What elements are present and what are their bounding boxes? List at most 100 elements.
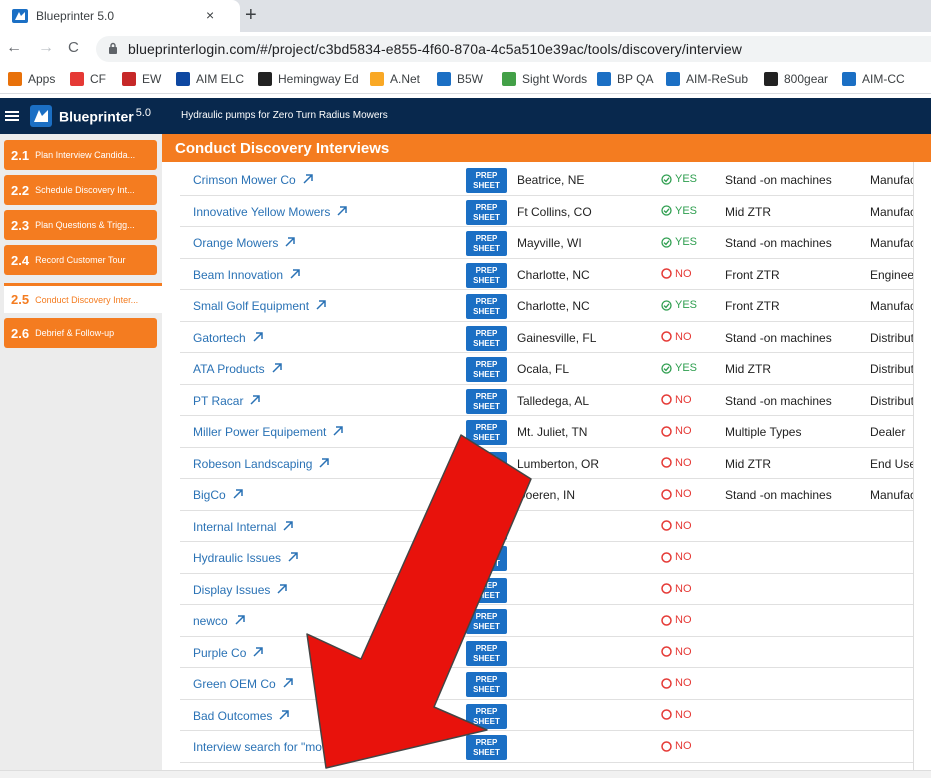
company-role: Manufac (870, 488, 913, 502)
interview-status: NO (661, 457, 692, 469)
bookmark-6[interactable]: B5W (437, 72, 483, 86)
company-link[interactable]: Innovative Yellow Mowers (193, 205, 348, 219)
external-link-arrow-icon[interactable] (252, 331, 264, 343)
company-link[interactable]: Beam Innovation (193, 268, 301, 282)
external-link-arrow-icon[interactable] (352, 740, 364, 752)
bookmark-4[interactable]: Hemingway Ed (258, 72, 359, 86)
tab-close-icon[interactable]: × (206, 7, 214, 23)
reload-button[interactable]: C (68, 39, 79, 56)
external-link-arrow-icon[interactable] (278, 709, 290, 721)
company-link[interactable]: Display Issues (193, 583, 288, 597)
anet-icon (370, 72, 384, 86)
horizontal-scrollbar[interactable] (0, 770, 931, 778)
external-link-arrow-icon[interactable] (282, 677, 294, 689)
prep-sheet-button[interactable]: PREP SHEET (466, 388, 507, 414)
prep-sheet-button[interactable]: PREP SHEET (466, 703, 507, 729)
company-link[interactable]: ATA Products (193, 362, 283, 376)
company-link[interactable]: Internal Internal (193, 520, 294, 534)
external-link-arrow-icon[interactable] (284, 236, 296, 248)
company-link[interactable]: Gatortech (193, 331, 264, 345)
bookmark-11[interactable]: AIM-CC (842, 72, 905, 86)
sidebar-step-2-1[interactable]: 2.1 Plan Interview Candida... (4, 140, 157, 170)
bookmark-5[interactable]: A.Net (370, 72, 420, 86)
company-link[interactable]: PT Racar (193, 394, 261, 408)
status-text: YES (675, 236, 698, 248)
prep-sheet-button[interactable]: PREP SHEET (466, 168, 507, 193)
prep-sheet-button[interactable]: PREP SHEET (466, 231, 507, 256)
external-link-arrow-icon[interactable] (282, 520, 294, 532)
external-link-arrow-icon[interactable] (232, 488, 244, 500)
prep-sheet-button[interactable]: PREP SHEET (466, 294, 507, 319)
sidebar-step-2-4[interactable]: 2.4 Record Customer Tour (4, 245, 157, 275)
prep-sheet-button[interactable]: PREP SHEET (466, 325, 507, 351)
company-link[interactable]: Interview search for "mower" (193, 740, 364, 754)
external-link-arrow-icon[interactable] (315, 299, 327, 311)
prep-sheet-button[interactable]: PREP SHEET (466, 735, 507, 760)
external-link-arrow-icon[interactable] (252, 646, 264, 658)
interview-status: NO (661, 331, 692, 343)
company-link[interactable]: Bad Outcomes (193, 709, 290, 723)
sidebar-step-2-5[interactable]: 2.5 Conduct Discovery Inter... (4, 283, 162, 313)
company-role: Manufac (870, 299, 913, 313)
browser-tab[interactable]: Blueprinter 5.0 × (0, 0, 240, 32)
prep-sheet-button[interactable]: PREP SHEET (466, 420, 507, 445)
external-link-arrow-icon[interactable] (318, 457, 330, 469)
company-link[interactable]: Crimson Mower Co (193, 173, 314, 187)
external-link-arrow-icon[interactable] (332, 425, 344, 437)
prep-sheet-button[interactable]: PREP SHEET (466, 451, 507, 477)
external-link-arrow-icon[interactable] (336, 205, 348, 217)
bookmark-10[interactable]: 800gear (764, 72, 828, 86)
prep-sheet-button[interactable]: PREP SHEET (466, 199, 507, 225)
bookmark-9[interactable]: AIM-ReSub (666, 72, 748, 86)
company-link[interactable]: newco (193, 614, 246, 628)
prep-sheet-button[interactable]: PREP SHEET (466, 672, 507, 697)
bookmark-7[interactable]: Sight Words (502, 72, 587, 86)
company-link[interactable]: Hydraulic Issues (193, 551, 299, 565)
interview-status: YES (661, 205, 697, 217)
prep-sheet-button[interactable]: PREP SHEET (466, 577, 507, 603)
prep-sheet-button[interactable]: PREP SHEET (466, 546, 507, 571)
bookmark-3[interactable]: AIM ELC (176, 72, 244, 86)
interview-status: NO (661, 677, 692, 689)
company-role: Manufac (870, 173, 913, 187)
external-link-arrow-icon[interactable] (289, 268, 301, 280)
prep-sheet-button[interactable]: PREP SHEET (466, 514, 507, 540)
company-link[interactable]: Robeson Landscaping (193, 457, 330, 471)
external-link-arrow-icon[interactable] (249, 394, 261, 406)
sidebar-step-2-6[interactable]: 2.6 Debrief & Follow-up (4, 318, 157, 348)
url-omnibox[interactable]: blueprinterlogin.com/#/project/c3bd5834-… (96, 36, 931, 62)
company-link[interactable]: Green OEM Co (193, 677, 294, 691)
bookmark-label: AIM ELC (196, 72, 245, 86)
company-link[interactable]: BigCo (193, 488, 244, 502)
hemingway-icon (258, 72, 272, 86)
prep-sheet-button[interactable]: PREP SHEET (466, 483, 507, 508)
company-role: Manufac (870, 204, 913, 219)
prep-sheet-button[interactable]: PREP SHEET (466, 357, 507, 382)
company-link[interactable]: Small Golf Equipment (193, 299, 327, 313)
interview-status: NO (661, 520, 692, 532)
bookmark-1[interactable]: CF (70, 72, 106, 86)
bookmark-8[interactable]: BP QA (597, 72, 653, 86)
company-name: Miller Power Equipement (193, 425, 327, 439)
company-link[interactable]: Purple Co (193, 646, 264, 660)
prep-sheet-button[interactable]: PREP SHEET (466, 262, 507, 288)
external-link-arrow-icon[interactable] (287, 551, 299, 563)
bookmark-2[interactable]: EW (122, 72, 161, 86)
external-link-arrow-icon[interactable] (302, 173, 314, 185)
prep-sheet-button[interactable]: PREP SHEET (466, 609, 507, 634)
new-tab-button[interactable]: + (245, 4, 257, 27)
forward-button[interactable]: → (38, 39, 54, 57)
company-link[interactable]: Orange Mowers (193, 236, 296, 250)
bookmark-0[interactable]: Apps (8, 72, 55, 86)
prep-sheet-button[interactable]: PREP SHEET (466, 640, 507, 666)
external-link-arrow-icon[interactable] (271, 362, 283, 374)
machine-type: Front ZTR (725, 267, 780, 282)
company-link[interactable]: Miller Power Equipement (193, 425, 344, 439)
back-button[interactable]: ← (6, 39, 22, 57)
external-link-arrow-icon[interactable] (234, 614, 246, 626)
empty-circle-icon (661, 709, 672, 720)
external-link-arrow-icon[interactable] (276, 583, 288, 595)
menu-icon[interactable] (4, 108, 20, 124)
sidebar-step-2-3[interactable]: 2.3 Plan Questions & Trigg... (4, 210, 157, 240)
sidebar-step-2-2[interactable]: 2.2 Schedule Discovery Int... (4, 175, 157, 205)
